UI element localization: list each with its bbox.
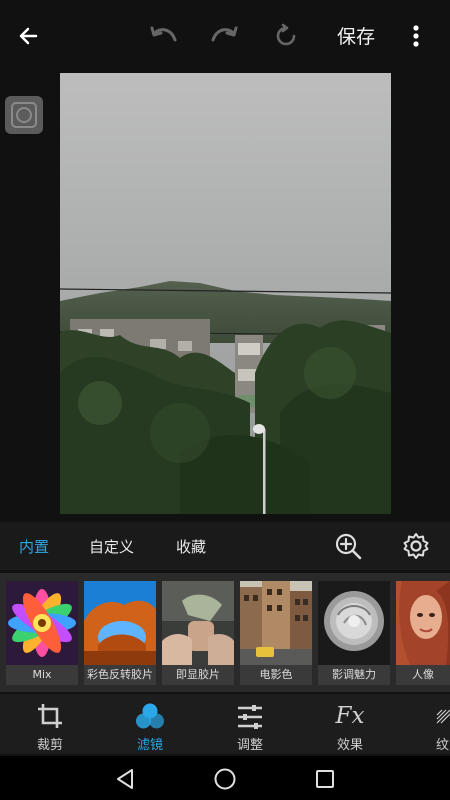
- tool-effects[interactable]: Fx 效果: [310, 694, 390, 754]
- sliders-icon: [238, 705, 262, 729]
- reset-icon: [276, 23, 296, 46]
- gear-icon: [403, 533, 429, 559]
- save-button[interactable]: 保存: [328, 22, 384, 52]
- filter-item-cinema[interactable]: 电影色: [240, 581, 312, 685]
- fx-icon: Fx: [335, 703, 365, 729]
- filter-label: 人像: [396, 665, 450, 685]
- tool-label: 效果: [336, 738, 363, 753]
- redo-icon: [211, 26, 238, 42]
- filter-category-tabs: 内置 自定义 收藏: [0, 522, 450, 570]
- zoom-in-icon: [335, 533, 362, 560]
- top-bar: 保存: [0, 0, 450, 72]
- filter-label: 电影色: [240, 665, 312, 685]
- system-nav-bar: [0, 756, 450, 800]
- editor-toolbar: 裁剪 滤镜 调整 Fx 效果 纹: [0, 694, 450, 754]
- nav-back-icon: [117, 769, 133, 789]
- tool-adjust[interactable]: 调整: [210, 694, 290, 754]
- tab-builtin[interactable]: 内置: [19, 536, 49, 557]
- filter-label: 影调魅力: [318, 665, 390, 685]
- nav-recents-icon: [316, 770, 334, 788]
- filter-item-tonal-charm[interactable]: 影调魅力: [318, 581, 390, 685]
- filter-strip: Mix 彩色反转胶片 即显胶片 电影色 影调魅力 人像: [0, 573, 450, 692]
- tool-label: 调整: [236, 738, 263, 753]
- arrow-left-icon: [19, 27, 38, 45]
- compare-icon: [11, 102, 37, 128]
- photo-image: [60, 73, 391, 514]
- back-button[interactable]: [10, 18, 46, 54]
- filter-thumbnail: [240, 581, 312, 665]
- filter-item-mix[interactable]: Mix: [6, 581, 78, 685]
- filter-thumbnail: [318, 581, 390, 665]
- tab-custom[interactable]: 自定义: [89, 536, 134, 557]
- compare-button[interactable]: [5, 96, 43, 134]
- nav-home-button[interactable]: [210, 764, 240, 794]
- filters-icon: [136, 703, 164, 729]
- filter-thumbnail: [396, 581, 450, 665]
- tool-label: 滤镜: [136, 738, 163, 753]
- crop-icon: [38, 704, 62, 728]
- filter-label: Mix: [6, 665, 78, 685]
- filter-label: 彩色反转胶片: [84, 665, 156, 685]
- tab-favorites[interactable]: 收藏: [176, 536, 206, 557]
- tool-label: 裁剪: [36, 738, 63, 753]
- filter-label: 即显胶片: [162, 665, 234, 685]
- filter-thumbnail: [162, 581, 234, 665]
- filter-thumbnail: [6, 581, 78, 665]
- texture-icon: [436, 709, 450, 724]
- reset-button[interactable]: [268, 18, 304, 54]
- tool-crop[interactable]: 裁剪: [10, 694, 90, 754]
- zoom-in-button[interactable]: [332, 530, 364, 562]
- settings-button[interactable]: [400, 530, 432, 562]
- redo-button[interactable]: [206, 18, 242, 54]
- filter-item-color-reversal[interactable]: 彩色反转胶片: [84, 581, 156, 685]
- tool-filters[interactable]: 滤镜: [110, 694, 190, 754]
- more-button[interactable]: [398, 18, 434, 54]
- nav-back-button[interactable]: [110, 764, 140, 794]
- nav-recents-button[interactable]: [310, 764, 340, 794]
- filter-thumbnail: [84, 581, 156, 665]
- more-vertical-icon: [413, 25, 419, 47]
- filter-item-instant-film[interactable]: 即显胶片: [162, 581, 234, 685]
- undo-button[interactable]: [146, 18, 182, 54]
- tool-texture[interactable]: 纹: [410, 694, 450, 754]
- photo-canvas[interactable]: [60, 73, 391, 514]
- filter-item-portrait[interactable]: 人像: [396, 581, 450, 685]
- undo-icon: [150, 26, 177, 42]
- tool-label: 纹: [436, 738, 450, 753]
- nav-home-icon: [214, 768, 236, 790]
